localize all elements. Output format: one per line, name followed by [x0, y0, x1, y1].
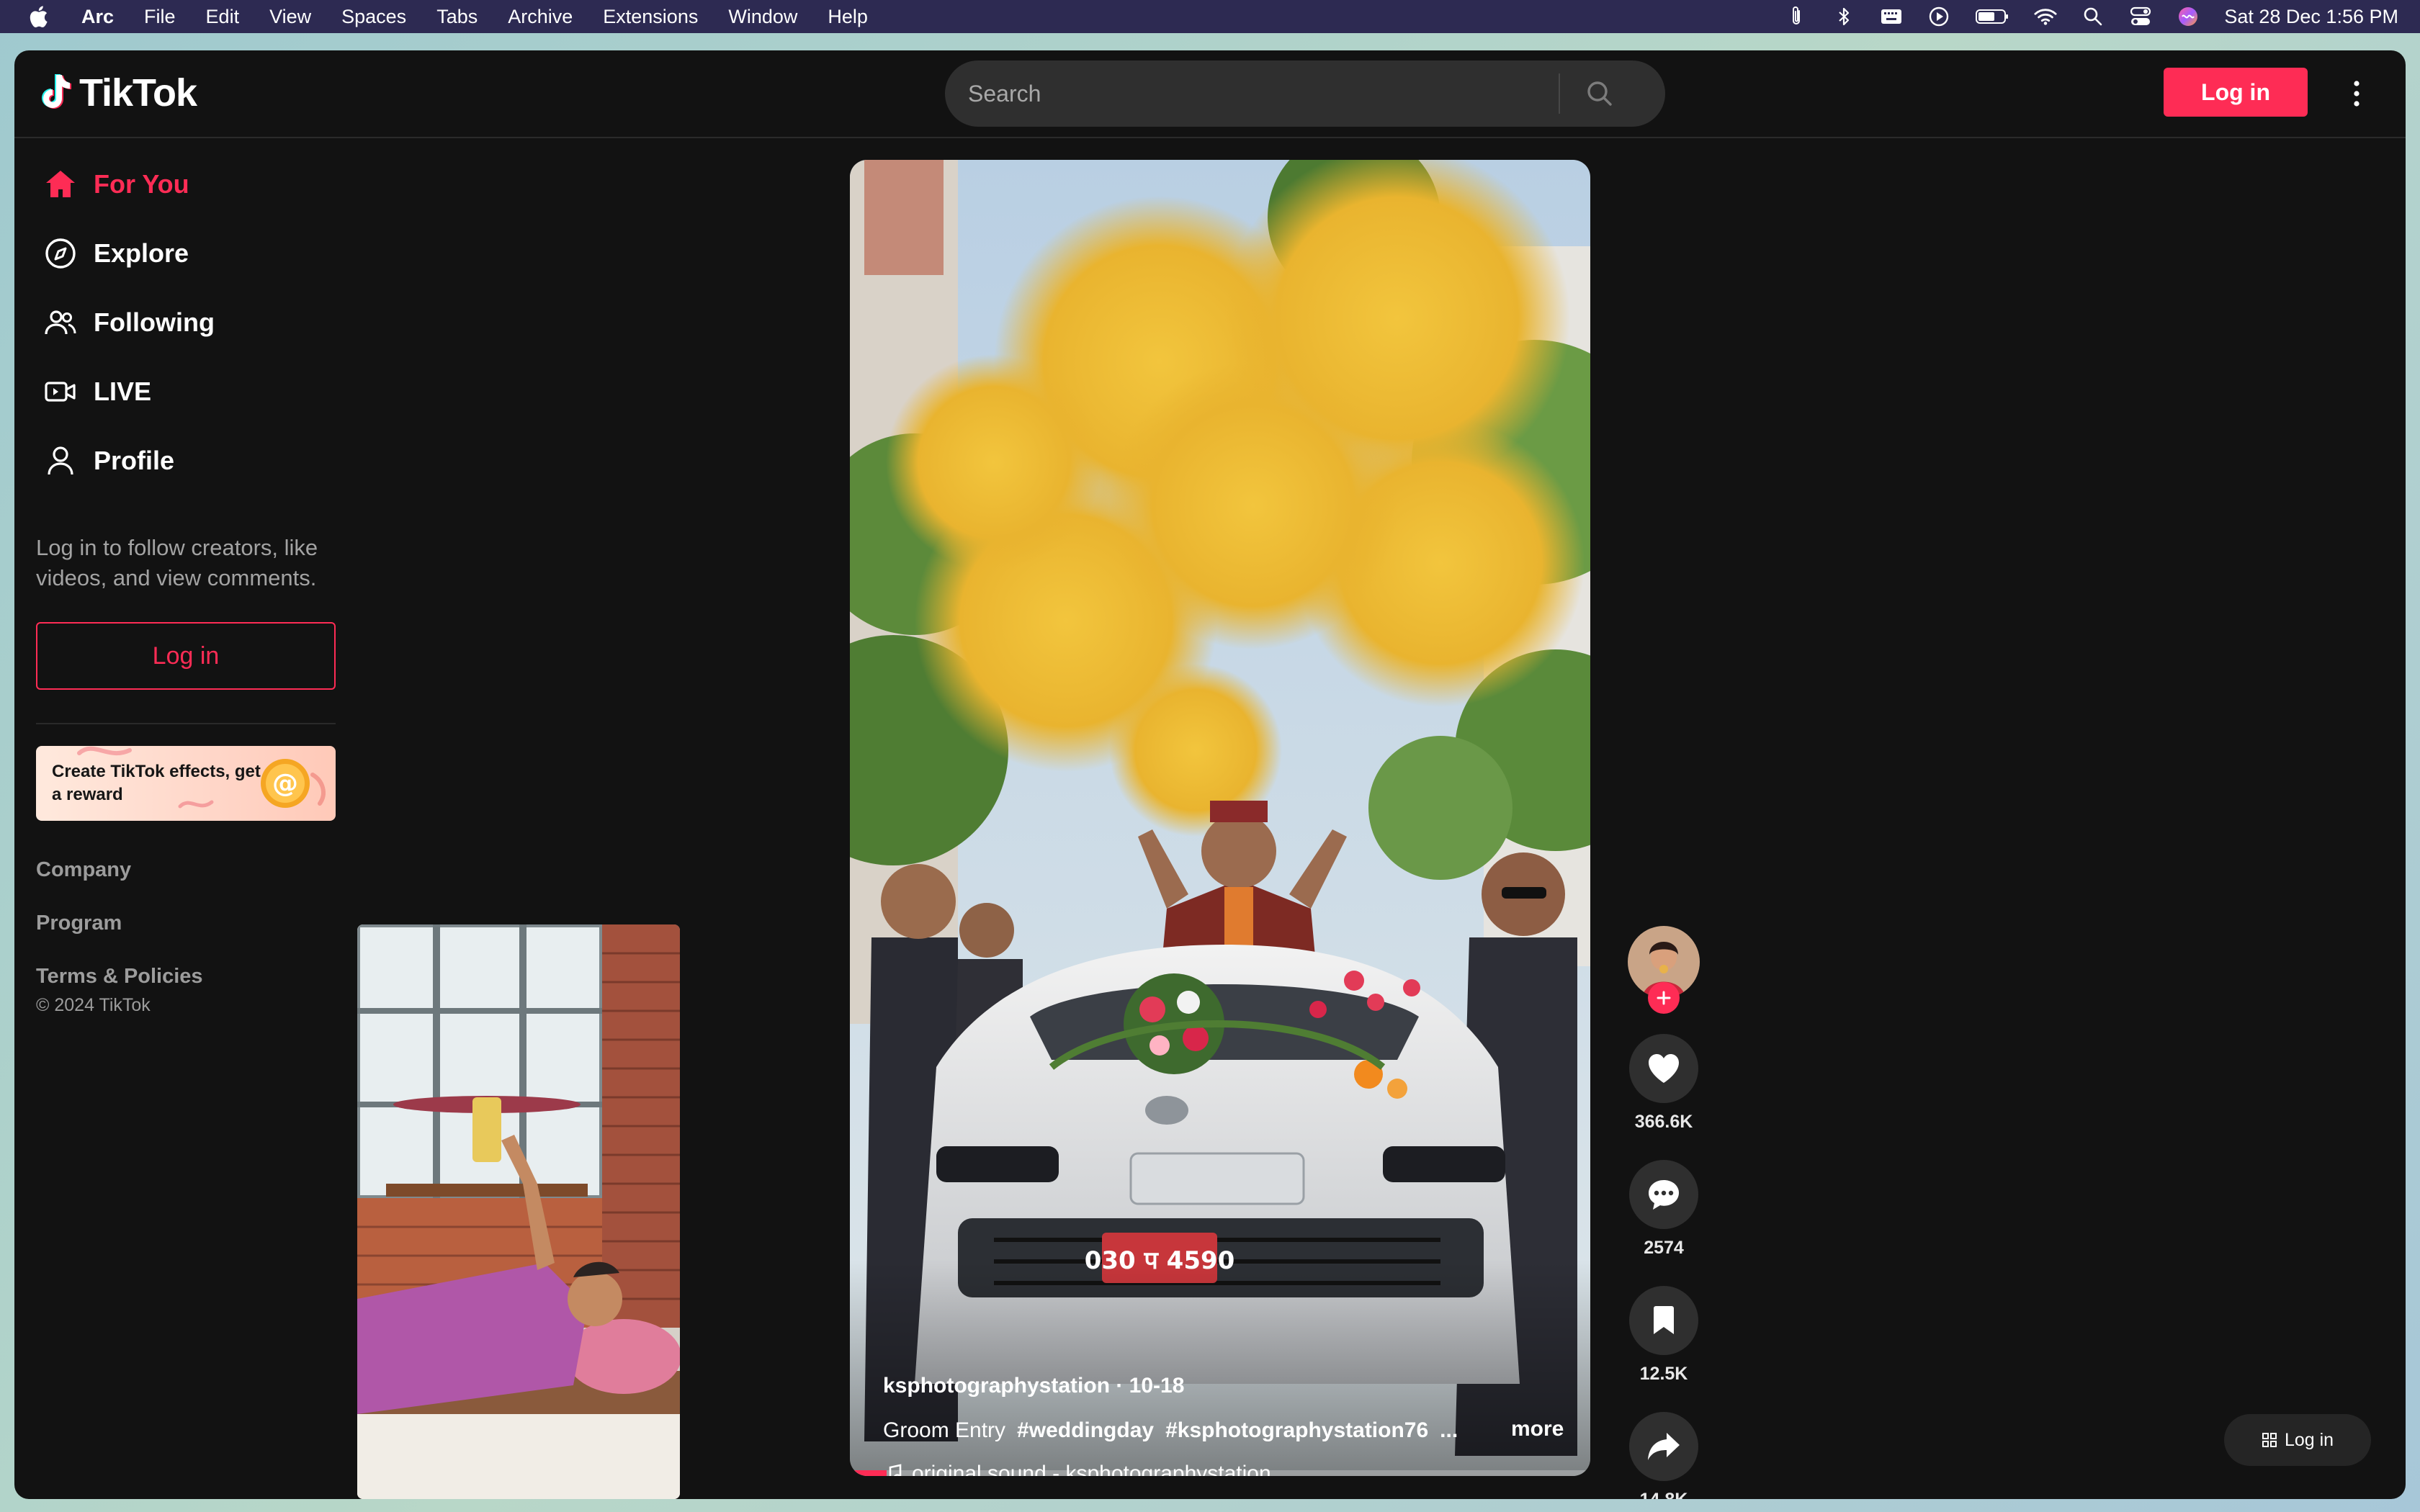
sidebar-item-profile[interactable]: Profile — [36, 426, 353, 495]
tiktok-logo[interactable]: TikTok — [37, 71, 197, 115]
sidebar-item-label: For You — [94, 169, 189, 199]
search-input[interactable] — [968, 72, 1559, 115]
siri-icon[interactable] — [2177, 6, 2200, 27]
keyboard-icon[interactable] — [1880, 6, 1903, 27]
tiktok-note-icon — [42, 74, 71, 109]
person-icon — [42, 442, 79, 480]
share-button[interactable] — [1629, 1412, 1698, 1481]
search-icon — [1587, 81, 1612, 106]
login-prompt-text: Log in to follow creators, like videos, … — [36, 535, 318, 590]
floating-login-button[interactable]: Log in — [2224, 1414, 2371, 1466]
heart-icon — [1649, 1054, 1679, 1083]
like-count: 366.6K — [1634, 1112, 1693, 1132]
video-progress-fill — [850, 1470, 887, 1476]
share-count: 14.8K — [1640, 1490, 1688, 1499]
hashtag-link[interactable]: #weddingday — [1017, 1418, 1154, 1443]
sidebar-nav: For You Explore Following LIVE Profile — [36, 150, 353, 495]
like-action: 366.6K — [1613, 1034, 1714, 1133]
menubar-tabs[interactable]: Tabs — [436, 6, 478, 28]
caption-ellipsis: ... — [1440, 1418, 1458, 1442]
share-arrow-icon — [1648, 1433, 1680, 1460]
menubar-edit[interactable]: Edit — [206, 6, 240, 28]
menubar-spaces[interactable]: Spaces — [341, 6, 406, 28]
thumbnail-image — [357, 924, 680, 1499]
paperclip-icon[interactable] — [1785, 6, 1808, 27]
video-caption-gradient — [850, 1260, 1590, 1476]
sidebar-item-explore[interactable]: Explore — [36, 219, 353, 288]
menubar-app-name[interactable]: Arc — [81, 6, 114, 28]
search-button[interactable] — [1560, 60, 1639, 127]
hashtag-link[interactable]: #ksphotographystation76 — [1165, 1418, 1428, 1443]
more-options-icon[interactable] — [2348, 76, 2365, 111]
comment-action: 2574 — [1613, 1160, 1714, 1259]
effects-promo-text: Create TikTok effects, get a reward — [52, 762, 261, 804]
home-icon — [42, 166, 79, 203]
tiktok-header: TikTok Log in — [14, 50, 2406, 138]
copyright-text: © 2024 TikTok — [36, 995, 151, 1015]
share-action: 14.8K — [1613, 1412, 1714, 1499]
video-actions: 366.6K 2574 12.5K 14.8K — [1613, 926, 1714, 1499]
bluetooth-icon[interactable] — [1832, 6, 1855, 27]
menubar-archive[interactable]: Archive — [508, 6, 573, 28]
creator-avatar[interactable] — [1628, 926, 1700, 1014]
macos-menubar: Arc File Edit View Spaces Tabs Archive E… — [0, 0, 2420, 33]
menubar-clock[interactable]: Sat 28 Dec 1:56 PM — [2224, 6, 2398, 28]
sidebar-item-label: Explore — [94, 238, 189, 268]
comment-count: 2574 — [1644, 1238, 1684, 1258]
menubar-window[interactable]: Window — [728, 6, 797, 28]
header-login-button[interactable]: Log in — [2164, 68, 2308, 117]
caption-text: Groom Entry — [883, 1418, 1006, 1442]
menubar-file[interactable]: File — [144, 6, 176, 28]
control-center-icon[interactable] — [2129, 6, 2152, 27]
tiktok-wordmark: TikTok — [79, 71, 197, 114]
sidebar-item-live[interactable]: LIVE — [36, 357, 353, 426]
users-icon — [42, 304, 79, 341]
footer-link-program[interactable]: Program — [36, 912, 353, 965]
sidebar-footer: Company Program Terms & Policies © 2024 … — [36, 858, 353, 1016]
next-video-thumbnail[interactable] — [357, 924, 680, 1499]
sidebar-item-label: Following — [94, 307, 215, 337]
floating-login-label: Log in — [2284, 1429, 2334, 1450]
live-camera-icon — [42, 373, 79, 410]
video-author-link[interactable]: ksphotographystation · 10-18 — [883, 1374, 1184, 1398]
save-action: 12.5K — [1613, 1286, 1714, 1385]
play-icon[interactable] — [1927, 6, 1950, 27]
menubar-extensions[interactable]: Extensions — [603, 6, 698, 28]
save-button[interactable] — [1629, 1286, 1698, 1355]
spotlight-icon[interactable] — [2081, 6, 2105, 27]
plus-icon — [1657, 991, 1671, 1005]
follow-button[interactable] — [1648, 982, 1680, 1014]
browser-window: TikTok Log in For You — [14, 50, 2406, 1499]
bookmark-icon — [1654, 1306, 1674, 1334]
menubar-view[interactable]: View — [269, 6, 311, 28]
effects-reward-badge-icon: @ — [261, 759, 310, 808]
effects-promo-banner[interactable]: Create TikTok effects, get a reward @ — [36, 746, 336, 821]
save-count: 12.5K — [1639, 1364, 1688, 1384]
footer-link-company[interactable]: Company — [36, 858, 353, 912]
sidebar-login-button[interactable]: Log in — [36, 622, 336, 690]
sidebar-item-label: Profile — [94, 446, 175, 475]
wifi-icon[interactable] — [2034, 6, 2057, 27]
video-progress-bar[interactable] — [850, 1470, 1590, 1476]
comment-button[interactable] — [1629, 1160, 1698, 1229]
svg-text:@: @ — [272, 769, 298, 798]
battery-icon[interactable] — [1975, 6, 2009, 27]
sidebar-item-following[interactable]: Following — [36, 288, 353, 357]
like-button[interactable] — [1629, 1034, 1698, 1103]
comment-icon — [1649, 1180, 1679, 1210]
apple-menu-icon[interactable] — [27, 5, 49, 28]
sidebar-item-label: LIVE — [94, 377, 152, 406]
video-player[interactable]: 030 प 4590 ksphotographystation · 10-18 … — [850, 160, 1590, 1476]
compass-icon — [42, 235, 79, 272]
search-bar — [945, 60, 1665, 127]
sidebar-divider — [36, 723, 336, 724]
qr-grid-icon — [2262, 1433, 2277, 1447]
menubar-help[interactable]: Help — [828, 6, 868, 28]
video-caption: Groom Entry #weddingday #ksphotographyst… — [883, 1418, 1458, 1443]
caption-more-button[interactable]: more — [1511, 1417, 1564, 1441]
sidebar: For You Explore Following LIVE Profile L… — [36, 138, 353, 1016]
sidebar-item-for-you[interactable]: For You — [36, 150, 353, 219]
